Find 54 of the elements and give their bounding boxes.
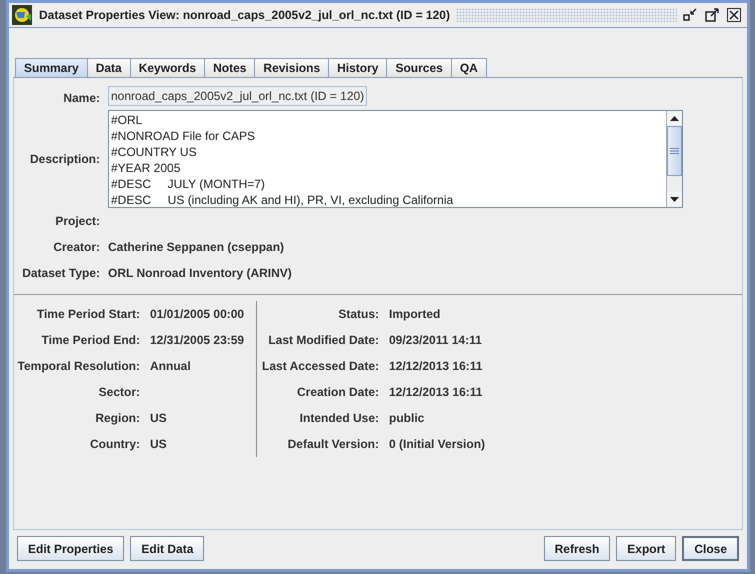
down-arrow-icon[interactable] bbox=[670, 197, 679, 202]
field-label: Status: bbox=[338, 307, 379, 321]
field-label: Time Period Start: bbox=[36, 307, 140, 321]
field-value: 12/12/2013 16:11 bbox=[389, 359, 482, 373]
field-value: Imported bbox=[389, 307, 440, 321]
action-button[interactable]: Close bbox=[682, 536, 739, 561]
field-value: 01/01/2005 00:00 bbox=[150, 307, 244, 321]
field-label: Dataset Type: bbox=[22, 266, 100, 280]
field-value: US bbox=[150, 437, 167, 451]
field-value: Annual bbox=[150, 359, 191, 373]
action-button[interactable]: Edit Properties bbox=[17, 536, 124, 561]
action-button[interactable]: Edit Data bbox=[130, 536, 204, 561]
field-value: 09/23/2011 14:11 bbox=[389, 333, 482, 347]
field-value: Catherine Seppanen (cseppan) bbox=[108, 240, 284, 254]
field-label: Sector: bbox=[98, 385, 140, 399]
close-icon[interactable] bbox=[727, 8, 741, 22]
minimize-icon[interactable] bbox=[683, 8, 697, 22]
field-label: Default Version: bbox=[288, 437, 379, 451]
scrollbar[interactable] bbox=[666, 111, 682, 207]
field-label: Country: bbox=[90, 437, 140, 451]
tab[interactable]: History bbox=[328, 58, 388, 77]
tab[interactable]: Data bbox=[86, 58, 131, 77]
field-label: Description: bbox=[28, 152, 100, 166]
field-label: Project: bbox=[55, 214, 100, 228]
up-arrow-icon[interactable] bbox=[670, 116, 679, 121]
tab[interactable]: QA bbox=[450, 58, 487, 77]
window-title: Dataset Properties View: nonroad_caps_2005v2_jul_orl_nc.txt (ID = 120) bbox=[39, 8, 450, 22]
field-label: Last Accessed Date: bbox=[262, 359, 379, 373]
tab[interactable]: Keywords bbox=[130, 58, 206, 77]
name-field[interactable]: nonroad_caps_2005v2_jul_orl_nc.txt (ID = 120) bbox=[108, 86, 368, 106]
field-value: public bbox=[389, 411, 424, 425]
description-field[interactable]: #ORL #NONROAD File for CAPS #COUNTRY US #YEAR 2005 #DESC JULY (MONTH=7) #DESC US (including AK and HI), PR, VI, excluding California bbox=[108, 110, 683, 208]
field-label: Intended Use: bbox=[300, 411, 379, 425]
field-label: Name: bbox=[62, 91, 100, 105]
maximize-icon[interactable] bbox=[705, 8, 719, 22]
field-label: Last Modified Date: bbox=[268, 333, 379, 347]
field-value: US bbox=[150, 411, 167, 425]
app-logo-icon bbox=[11, 4, 33, 26]
field-value: 12/12/2013 16:11 bbox=[389, 385, 482, 399]
action-button[interactable]: Export bbox=[616, 536, 676, 561]
tab[interactable]: Revisions bbox=[254, 58, 330, 77]
tab[interactable]: Summary bbox=[15, 58, 88, 77]
field-value: 12/31/2005 23:59 bbox=[150, 333, 244, 347]
field-label: Creator: bbox=[53, 240, 100, 254]
field-label: Time Period End: bbox=[42, 333, 140, 347]
field-value: ORL Nonroad Inventory (ARINV) bbox=[108, 266, 292, 280]
grip-icon bbox=[670, 148, 679, 154]
field-label: Region: bbox=[95, 411, 140, 425]
tab[interactable]: Sources bbox=[386, 58, 452, 77]
field-label: Creation Date: bbox=[296, 385, 379, 399]
field-label: Temporal Resolution: bbox=[18, 359, 140, 373]
field-value: 0 (Initial Version) bbox=[389, 437, 486, 451]
tab[interactable]: Notes bbox=[204, 58, 256, 77]
action-button[interactable]: Refresh bbox=[544, 536, 610, 561]
